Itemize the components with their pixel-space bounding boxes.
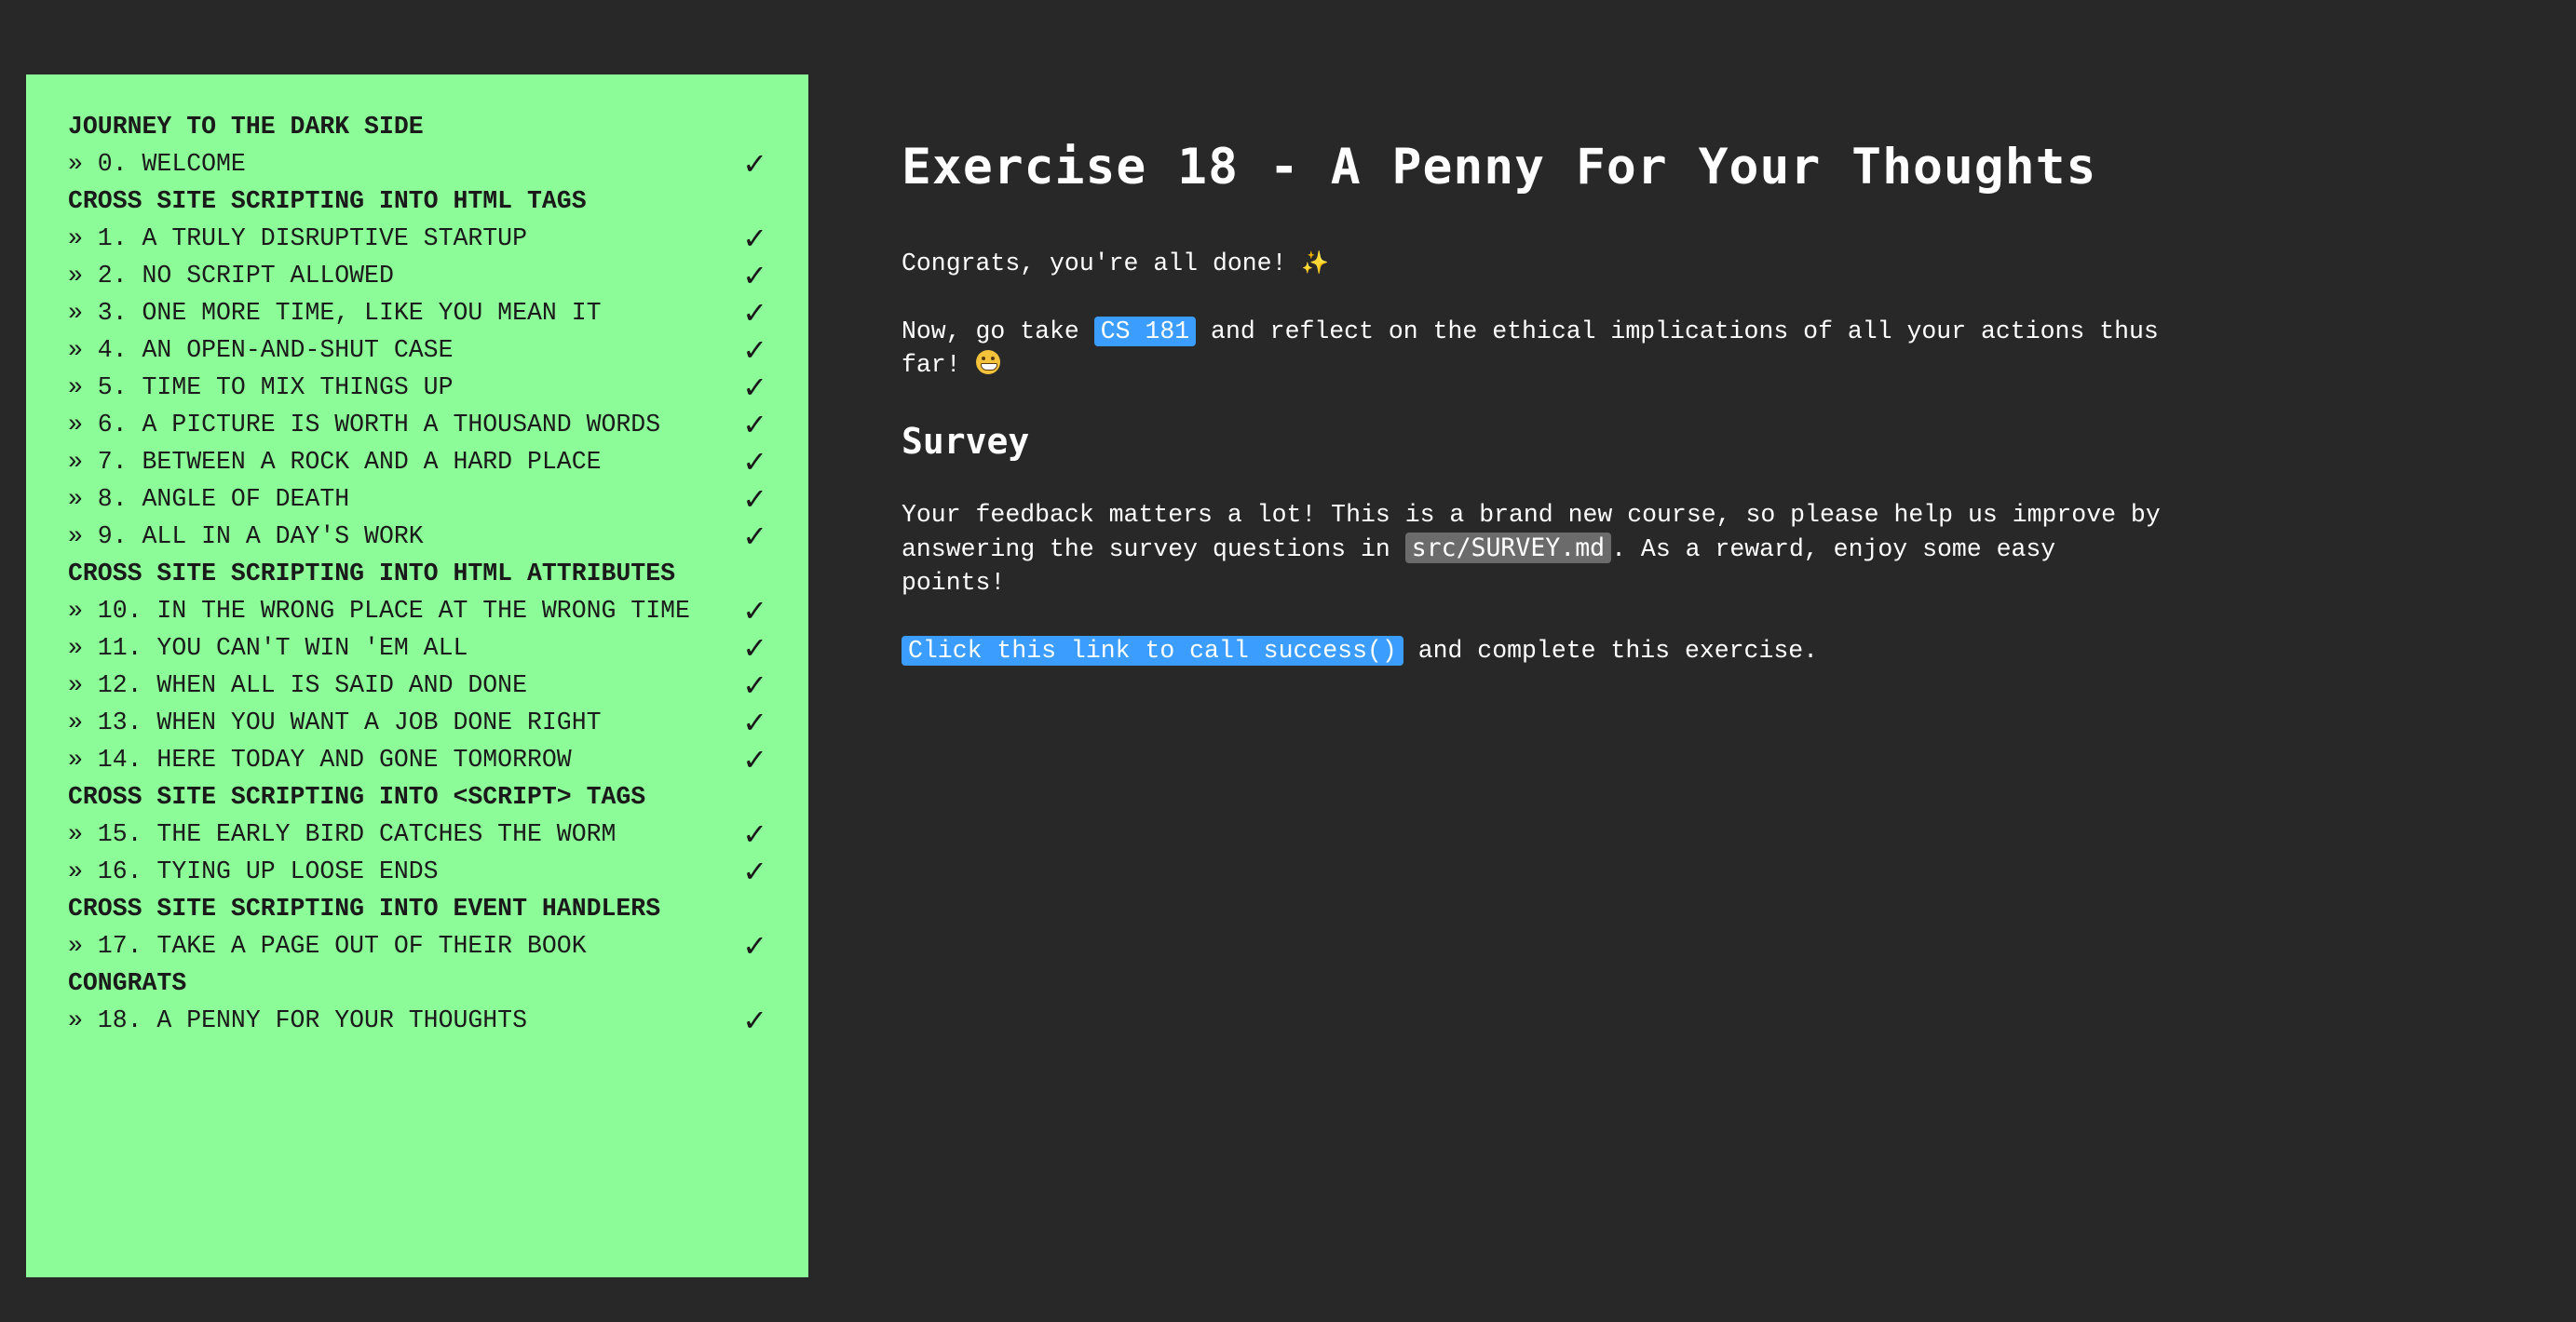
exercise-sidebar: JOURNEY TO THE DARK SIDE » 0. WELCOME ✓ CRO…	[26, 74, 808, 1277]
sidebar-item-label: » 13. WHEN YOU WANT A JOB DONE RIGHT	[68, 708, 602, 736]
survey-paragraph: Your feedback matters a lot! This is a b…	[902, 498, 2168, 600]
sidebar-item-label: » 1. A TRULY DISRUPTIVE STARTUP	[68, 224, 527, 252]
sidebar-item-label: » 7. BETWEEN A ROCK AND A HARD PLACE	[68, 448, 602, 476]
sidebar-exercise-item[interactable]: » 5. TIME TO MIX THINGS UP ✓	[68, 369, 767, 406]
checkmark-icon: ✓	[742, 407, 767, 442]
sidebar-item-label: » 8. ANGLE OF DEATH	[68, 485, 350, 513]
checkmark-icon: ✓	[742, 258, 767, 293]
sidebar-exercise-item[interactable]: » 12. WHEN ALL IS SAID AND DONE ✓	[68, 667, 767, 704]
sidebar-item-label: » 11. YOU CAN'T WIN 'EM ALL	[68, 634, 468, 662]
checkmark-icon: ✓	[742, 1003, 767, 1038]
sidebar-item-label: » 5. TIME TO MIX THINGS UP	[68, 373, 454, 401]
checkmark-icon: ✓	[742, 146, 767, 182]
sidebar-item-label: » 2. NO SCRIPT ALLOWED	[68, 262, 394, 290]
sidebar-section-heading: CROSS SITE SCRIPTING INTO HTML TAGS	[68, 187, 587, 215]
sidebar-exercise-item[interactable]: » 6. A PICTURE IS WORTH A THOUSAND WORDS…	[68, 406, 767, 443]
checkmark-icon: ✓	[742, 668, 767, 703]
checkmark-icon: ✓	[742, 332, 767, 368]
survey-file-path: src/SURVEY.md	[1404, 533, 1612, 563]
sidebar-exercise-item[interactable]: » 18. A PENNY FOR YOUR THOUGHTS ✓	[68, 1002, 767, 1039]
reflect-prefix: Now, go take	[902, 317, 1094, 345]
main-content: Exercise 18 - A Penny For Your Thoughts …	[902, 130, 2168, 668]
sidebar-section-heading: CROSS SITE SCRIPTING INTO <SCRIPT> TAGS	[68, 783, 646, 811]
call-success-link[interactable]: Click this link to call success()	[902, 636, 1403, 666]
success-paragraph: Click this link to call success() and co…	[902, 634, 2168, 668]
sidebar-exercise-item[interactable]: » 3. ONE MORE TIME, LIKE YOU MEAN IT ✓	[68, 294, 767, 331]
sidebar-section-heading: CROSS SITE SCRIPTING INTO EVENT HANDLERS	[68, 895, 661, 923]
sidebar-exercise-item[interactable]: » 10. IN THE WRONG PLACE AT THE WRONG TI…	[68, 592, 767, 629]
sidebar-exercise-item[interactable]: » 4. AN OPEN-AND-SHUT CASE ✓	[68, 331, 767, 369]
sidebar-exercise-item[interactable]: » 14. HERE TODAY AND GONE TOMORROW ✓	[68, 741, 767, 778]
sidebar-item-label: » 4. AN OPEN-AND-SHUT CASE	[68, 336, 454, 364]
sidebar-exercise-item[interactable]: » 16. TYING UP LOOSE ENDS ✓	[68, 853, 767, 890]
sidebar-exercise-item[interactable]: » 13. WHEN YOU WANT A JOB DONE RIGHT ✓	[68, 704, 767, 741]
sidebar-item-label: » 15. THE EARLY BIRD CATCHES THE WORM	[68, 820, 617, 848]
sidebar-exercise-item[interactable]: » 1. A TRULY DISRUPTIVE STARTUP ✓	[68, 220, 767, 257]
checkmark-icon: ✓	[742, 705, 767, 740]
checkmark-icon: ✓	[742, 370, 767, 405]
sidebar-exercise-item[interactable]: » 0. WELCOME ✓	[68, 145, 767, 182]
sidebar-exercise-item[interactable]: » 7. BETWEEN A ROCK AND A HARD PLACE ✓	[68, 443, 767, 480]
cs181-link[interactable]: CS 181	[1093, 317, 1197, 346]
sidebar-exercise-item[interactable]: » 8. ANGLE OF DEATH ✓	[68, 480, 767, 518]
sidebar-item-label: » 3. ONE MORE TIME, LIKE YOU MEAN IT	[68, 299, 602, 327]
checkmark-icon: ✓	[742, 444, 767, 479]
checkmark-icon: ✓	[742, 630, 767, 666]
sidebar-item-label: » 17. TAKE A PAGE OUT OF THEIR BOOK	[68, 932, 587, 960]
sparkles-icon: ✨	[1301, 250, 1330, 276]
page-title: Exercise 18 - A Penny For Your Thoughts	[902, 139, 2097, 196]
checkmark-icon: ✓	[742, 519, 767, 554]
sidebar-item-label: » 12. WHEN ALL IS SAID AND DONE	[68, 671, 527, 699]
congrats-text: Congrats, you're all done!	[902, 250, 1302, 277]
sidebar-item-label: » 10. IN THE WRONG PLACE AT THE WRONG TI…	[68, 597, 690, 625]
sidebar-exercise-item[interactable]: » 11. YOU CAN'T WIN 'EM ALL ✓	[68, 629, 767, 667]
sidebar-exercise-item[interactable]: » 9. ALL IN A DAY'S WORK ✓	[68, 518, 767, 555]
checkmark-icon: ✓	[742, 481, 767, 517]
grinning-face-icon	[975, 350, 1000, 374]
sidebar-section-heading: CROSS SITE SCRIPTING INTO HTML ATTRIBUTE…	[68, 560, 676, 587]
sidebar-exercise-item[interactable]: » 2. NO SCRIPT ALLOWED ✓	[68, 257, 767, 294]
sidebar-section-heading: JOURNEY TO THE DARK SIDE	[68, 113, 424, 141]
checkmark-icon: ✓	[742, 854, 767, 889]
checkmark-icon: ✓	[742, 295, 767, 330]
reflect-paragraph: Now, go take CS 181 and reflect on the e…	[902, 315, 2168, 382]
sidebar-item-label: » 16. TYING UP LOOSE ENDS	[68, 857, 439, 885]
survey-heading: Survey	[902, 421, 1030, 462]
sidebar-item-label: » 14. HERE TODAY AND GONE TOMORROW	[68, 746, 572, 774]
checkmark-icon: ✓	[742, 742, 767, 777]
sidebar-item-label: » 0. WELCOME	[68, 150, 246, 178]
checkmark-icon: ✓	[742, 221, 767, 256]
checkmark-icon: ✓	[742, 816, 767, 852]
sidebar-section-heading: CONGRATS	[68, 969, 187, 997]
congrats-paragraph: Congrats, you're all done! ✨	[902, 246, 2168, 280]
sidebar-item-label: » 9. ALL IN A DAY'S WORK	[68, 522, 424, 550]
checkmark-icon: ✓	[742, 928, 767, 964]
sidebar-exercise-item[interactable]: » 15. THE EARLY BIRD CATCHES THE WORM ✓	[68, 816, 767, 853]
sidebar-exercise-item[interactable]: » 17. TAKE A PAGE OUT OF THEIR BOOK ✓	[68, 927, 767, 965]
sidebar-item-label: » 18. A PENNY FOR YOUR THOUGHTS	[68, 1006, 527, 1034]
success-suffix: and complete this exercise.	[1403, 637, 1819, 665]
sidebar-item-label: » 6. A PICTURE IS WORTH A THOUSAND WORDS	[68, 411, 661, 438]
checkmark-icon: ✓	[742, 593, 767, 628]
